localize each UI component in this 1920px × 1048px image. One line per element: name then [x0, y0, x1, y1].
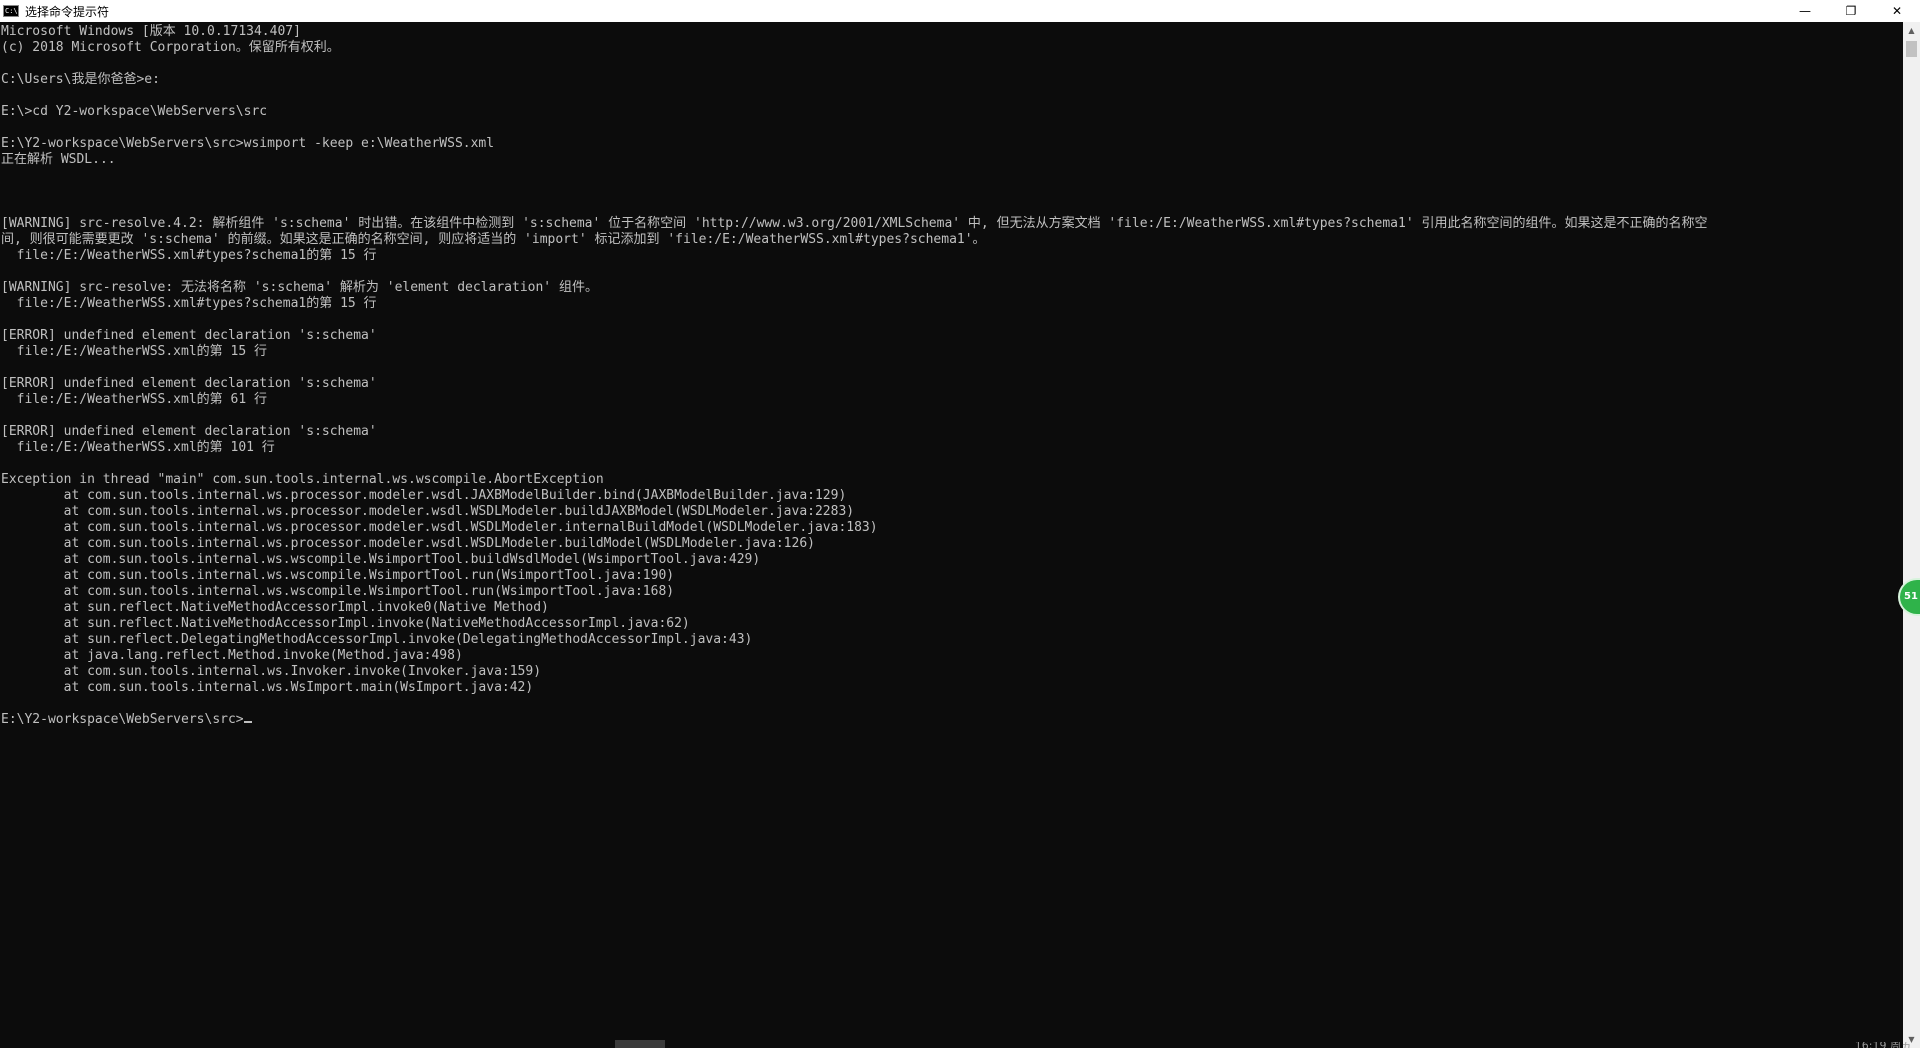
console-line: file:/E:/WeatherWSS.xml的第 15 行 — [1, 344, 267, 359]
console-line: at sun.reflect.NativeMethodAccessorImpl.… — [1, 616, 690, 631]
window-controls: — ❐ ✕ — [1782, 0, 1920, 22]
console-line: at com.sun.tools.internal.ws.wscompile.W… — [1, 584, 675, 599]
console-line: [WARNING] src-resolve: 无法将名称 's:schema' … — [1, 280, 598, 295]
scroll-up-arrow-icon[interactable]: ▲ — [1903, 22, 1920, 39]
console-line: Microsoft Windows [版本 10.0.17134.407] — [1, 24, 301, 39]
console-line: at com.sun.tools.internal.ws.wscompile.W… — [1, 552, 761, 567]
cmd-app-icon[interactable]: C:\ — [3, 5, 19, 17]
console-line: Exception in thread "main" com.sun.tools… — [1, 472, 604, 487]
console-prompt: E:\Y2-workspace\WebServers\src> — [1, 712, 244, 727]
console-line: file:/E:/WeatherWSS.xml的第 101 行 — [1, 440, 275, 455]
console-line: C:\Users\我是你爸爸>e: — [1, 72, 160, 87]
console-line: (c) 2018 Microsoft Corporation。保留所有权利。 — [1, 40, 340, 55]
console-line: [ERROR] undefined element declaration 's… — [1, 328, 377, 343]
text-cursor — [243, 721, 252, 723]
command-prompt-window: C:\ 选择命令提示符 — ❐ ✕ Microsoft Windows [版本 … — [0, 0, 1920, 1048]
console-line: 正在解析 WSDL... — [1, 152, 116, 167]
scrollbar-thumb[interactable] — [1906, 41, 1917, 57]
console-line: [ERROR] undefined element declaration 's… — [1, 424, 377, 439]
console-line: at com.sun.tools.internal.ws.wscompile.W… — [1, 568, 675, 583]
console-line: at com.sun.tools.internal.ws.processor.m… — [1, 536, 815, 551]
console-line: at java.lang.reflect.Method.invoke(Metho… — [1, 648, 463, 663]
console-line: at sun.reflect.NativeMethodAccessorImpl.… — [1, 600, 549, 615]
console-line: at com.sun.tools.internal.ws.processor.m… — [1, 520, 878, 535]
minimize-button[interactable]: — — [1782, 0, 1828, 22]
taskbar-hint — [615, 1040, 665, 1048]
console-text[interactable]: Microsoft Windows [版本 10.0.17134.407] (c… — [0, 24, 1903, 728]
window-title: 选择命令提示符 — [25, 4, 110, 19]
console-line: file:/E:/WeatherWSS.xml的第 61 行 — [1, 392, 267, 407]
console-line: file:/E:/WeatherWSS.xml#types?schema1的第 … — [1, 296, 377, 311]
vertical-scrollbar[interactable]: ▲ ▼ — [1903, 22, 1920, 1048]
console-line: E:\>cd Y2-workspace\WebServers\src — [1, 104, 268, 119]
console-line: E:\Y2-workspace\WebServers\src>wsimport … — [1, 136, 495, 151]
console-output-area[interactable]: Microsoft Windows [版本 10.0.17134.407] (c… — [0, 24, 1903, 1040]
console-line: at com.sun.tools.internal.ws.processor.m… — [1, 504, 855, 519]
console-line: at sun.reflect.DelegatingMethodAccessorI… — [1, 632, 753, 647]
console-line: [WARNING] src-resolve.4.2: 解析组件 's:schem… — [1, 216, 1708, 231]
console-line: at com.sun.tools.internal.ws.processor.m… — [1, 488, 847, 503]
console-line: [ERROR] undefined element declaration 's… — [1, 376, 377, 391]
console-line: file:/E:/WeatherWSS.xml#types?schema1的第 … — [1, 248, 377, 263]
console-line: at com.sun.tools.internal.ws.WsImport.ma… — [1, 680, 534, 695]
close-button[interactable]: ✕ — [1874, 0, 1920, 22]
console-line: 间, 则很可能需要更改 's:schema' 的前缀。如果这是正确的名称空间, … — [1, 232, 986, 247]
console-line: at com.sun.tools.internal.ws.Invoker.inv… — [1, 664, 542, 679]
restore-button[interactable]: ❐ — [1828, 0, 1874, 22]
tray-clock: 16:19 周五 — [1855, 1042, 1912, 1048]
title-bar[interactable]: C:\ 选择命令提示符 — ❐ ✕ — [0, 0, 1920, 22]
